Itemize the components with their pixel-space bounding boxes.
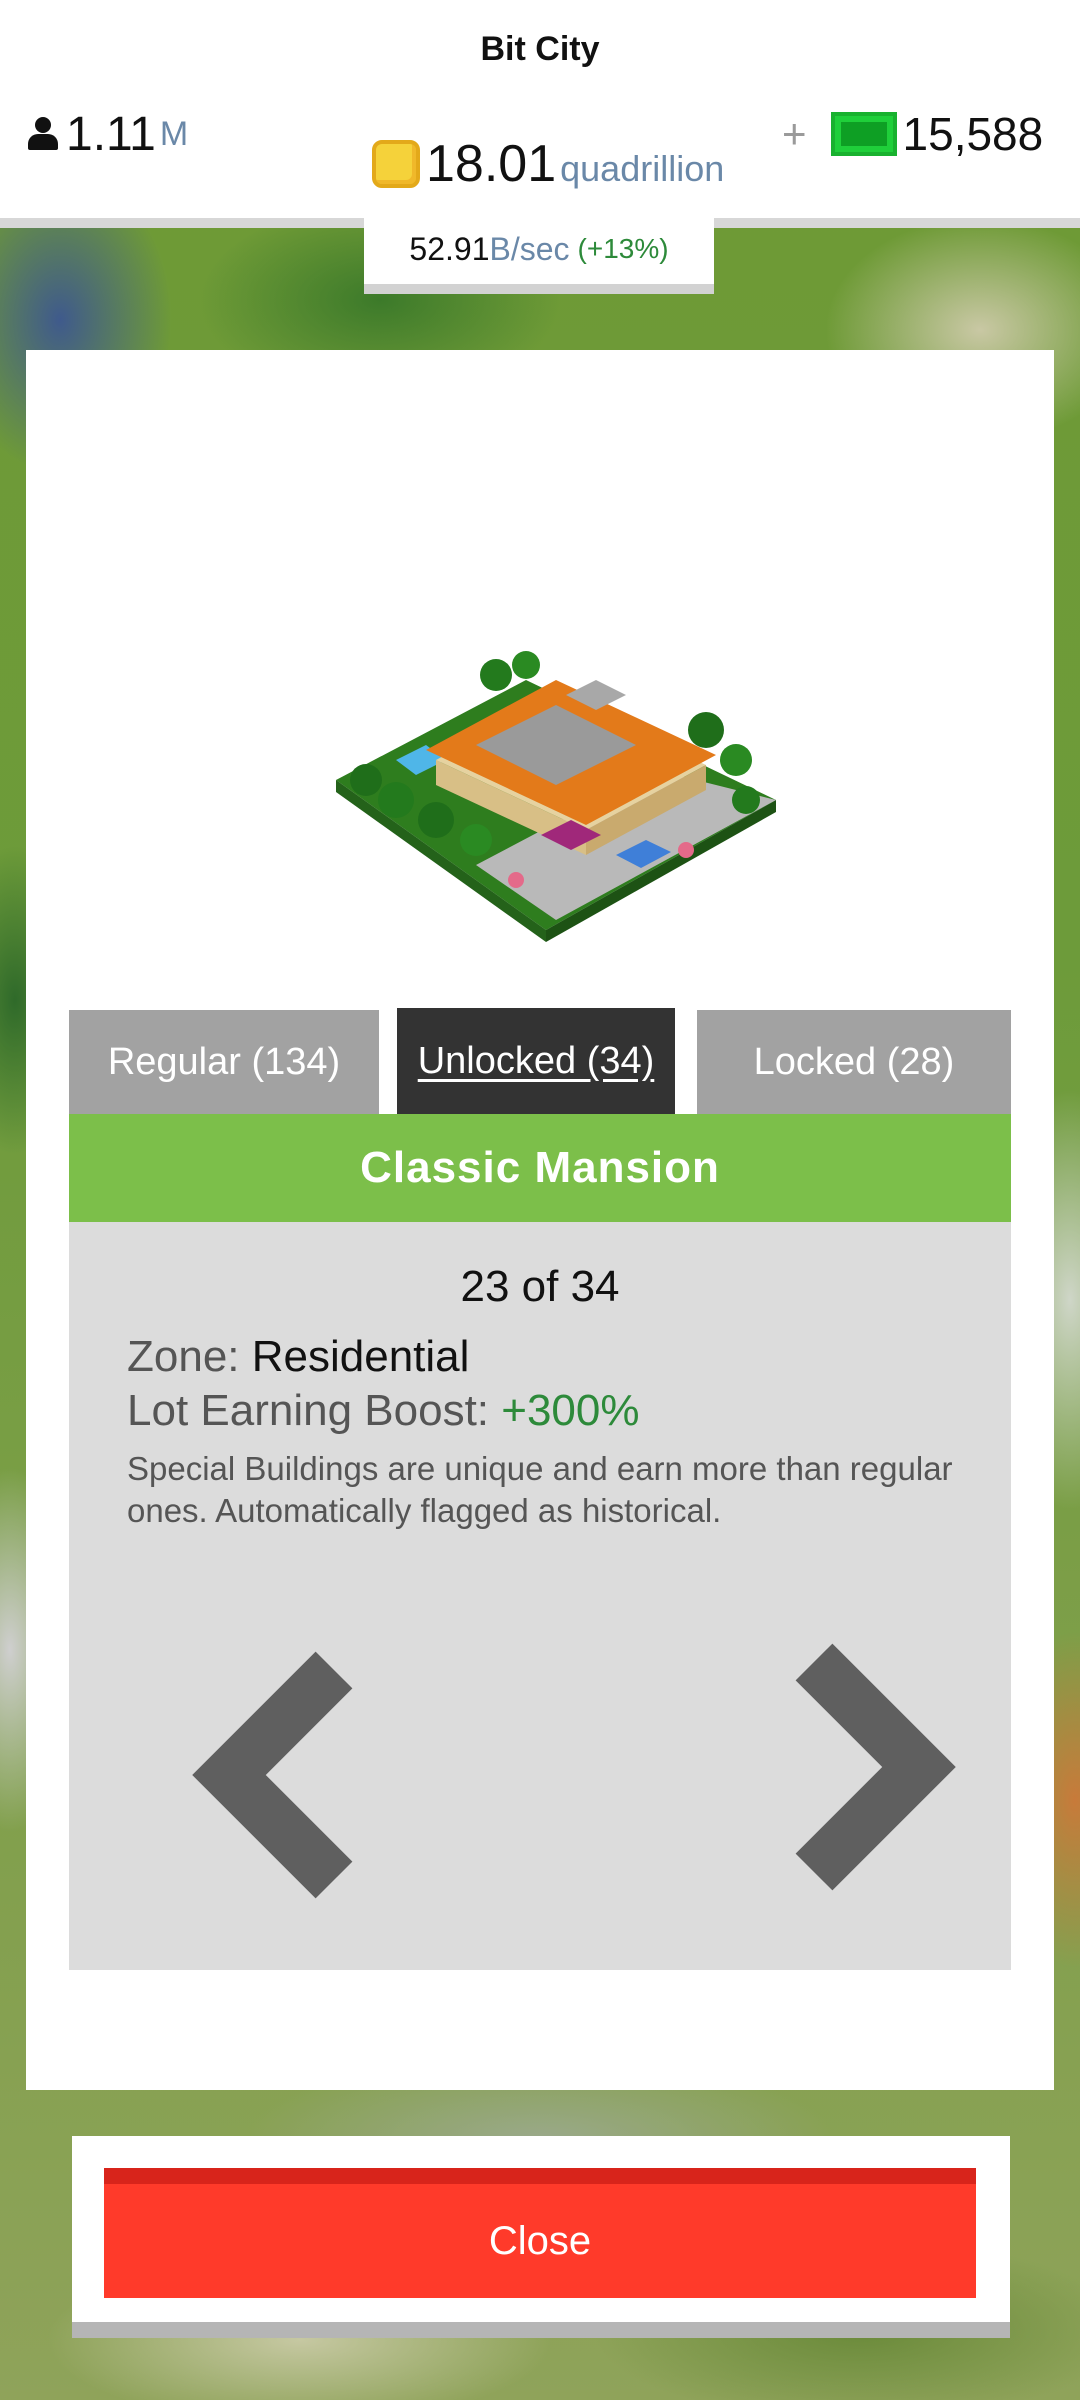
coin-icon: [372, 140, 420, 188]
coin-value: 18.01: [426, 135, 557, 193]
boost-value: +300%: [501, 1386, 640, 1435]
building-catalog-dialog: Regular (134) Unlocked (34) Locked (28) …: [26, 350, 1054, 2090]
zone-label: Zone:: [127, 1332, 252, 1381]
chevron-right-icon: [795, 1643, 956, 1891]
cash-bill-icon: [830, 112, 897, 156]
previous-button[interactable]: [179, 1650, 359, 1900]
income-rate: 52.91 B/sec (+13%): [364, 214, 714, 294]
tab-unlocked[interactable]: Unlocked (34): [397, 1008, 675, 1114]
building-preview-image: [336, 651, 776, 942]
building-info-panel: 23 of 34 Zone: Residential Lot Earning B…: [69, 1222, 1011, 1970]
building-tabs: Regular (134) Unlocked (34) Locked (28): [69, 1008, 1011, 1114]
coin-balance[interactable]: 18.01 quadrillion: [372, 134, 724, 194]
building-counter: 23 of 34: [460, 1262, 620, 1311]
population-display[interactable]: 1.11 M: [26, 104, 188, 164]
population-value: 1.11: [66, 107, 156, 161]
zone-line: Zone: Residential: [127, 1332, 469, 1382]
chevron-left-icon: [192, 1651, 353, 1899]
top-status-bar: Bit City 1.11 M 18.01 quadrillion + 15,5…: [0, 0, 1080, 228]
coin-unit: quadrillion: [560, 148, 725, 189]
rate-unit: B/sec: [489, 230, 570, 267]
zone-value: Residential: [251, 1332, 470, 1381]
cash-balance[interactable]: + 15,588: [782, 104, 1043, 164]
building-name: Classic Mansion: [69, 1114, 1011, 1222]
boost-line: Lot Earning Boost: +300%: [127, 1386, 639, 1436]
rate-value: 52.91: [409, 230, 490, 267]
person-icon: [26, 117, 60, 151]
add-cash-button[interactable]: +: [782, 110, 807, 158]
tab-locked[interactable]: Locked (28): [697, 1010, 1011, 1114]
close-button[interactable]: Close: [104, 2168, 976, 2298]
boost-label: Lot Earning Boost:: [127, 1386, 502, 1435]
rate-bonus: (+13%): [577, 233, 669, 264]
close-panel: Close: [72, 2136, 1010, 2338]
next-button[interactable]: [789, 1642, 969, 1892]
population-unit: M: [159, 114, 189, 153]
city-name: Bit City: [480, 30, 600, 68]
cash-value: 15,588: [902, 108, 1044, 160]
building-description: Special Buildings are unique and earn mo…: [127, 1450, 953, 1529]
tab-regular[interactable]: Regular (134): [69, 1010, 379, 1114]
